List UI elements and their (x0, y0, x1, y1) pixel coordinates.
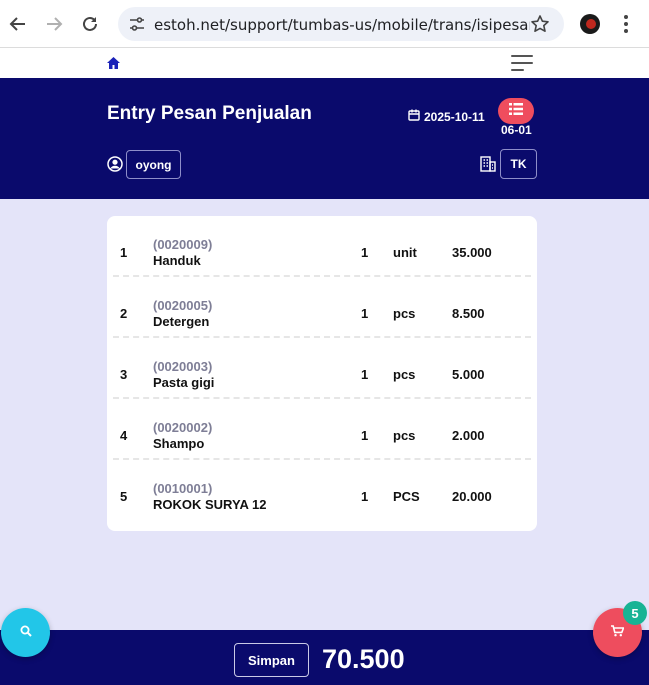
item-number: 2 (120, 306, 128, 321)
cart-icon (611, 624, 625, 642)
browser-toolbar: estoh.net/support/tumbas-us/mobile/trans… (0, 0, 649, 48)
site-settings-icon[interactable] (128, 15, 146, 38)
list-item[interactable]: 4 (0020002) Shampo 1 pcs 2.000 (107, 399, 537, 460)
list-button[interactable] (498, 98, 534, 124)
item-unit: pcs (393, 428, 416, 443)
item-number: 5 (120, 489, 128, 504)
list-item[interactable]: 5 (0010001) ROKOK SURYA 12 1 PCS 20.000 (107, 460, 537, 521)
calendar-icon (408, 109, 420, 124)
app-top-nav (0, 48, 649, 78)
list-icon (509, 102, 523, 120)
address-bar[interactable]: estoh.net/support/tumbas-us/mobile/trans… (118, 7, 564, 41)
item-code: (0020009) (153, 237, 213, 252)
item-name: Shampo (153, 436, 205, 451)
bottom-bar: Simpan 70.500 (0, 630, 649, 685)
item-number: 4 (120, 428, 128, 443)
store-button[interactable]: TK (500, 149, 537, 179)
search-icon (20, 624, 32, 642)
items-card: 1 (0020009) Handuk 1 unit 35.000 2 (0020… (107, 216, 537, 531)
user-button[interactable]: oyong (126, 150, 181, 179)
item-unit: unit (393, 245, 417, 260)
page-header: Entry Pesan Penjualan 2025-10-11 06-01 o… (0, 78, 649, 199)
item-number: 1 (120, 245, 128, 260)
forward-arrow-icon[interactable] (42, 12, 66, 36)
item-price: 8.500 (452, 306, 485, 321)
url-text[interactable]: estoh.net/support/tumbas-us/mobile/trans… (154, 16, 530, 34)
item-qty: 1 (361, 306, 369, 321)
item-name: Detergen (153, 314, 210, 329)
item-code: (0010001) (153, 481, 213, 496)
item-name: Pasta gigi (153, 375, 215, 390)
item-unit: PCS (393, 489, 420, 504)
save-button[interactable]: Simpan (234, 643, 309, 677)
item-price: 5.000 (452, 367, 485, 382)
list-item[interactable]: 2 (0020005) Detergen 1 pcs 8.500 (107, 277, 537, 338)
date-text: 2025-10-11 (424, 109, 485, 124)
item-number: 3 (120, 367, 128, 382)
item-price: 20.000 (452, 489, 492, 504)
item-qty: 1 (361, 367, 369, 382)
list-item[interactable]: 1 (0020009) Handuk 1 unit 35.000 (107, 216, 537, 277)
transaction-code: 06-01 (501, 123, 532, 137)
item-unit: pcs (393, 306, 416, 321)
cart-count-badge: 5 (623, 601, 647, 625)
item-unit: pcs (393, 367, 416, 382)
page-title: Entry Pesan Penjualan (107, 103, 312, 124)
item-code: (0020003) (153, 359, 213, 374)
hamburger-menu-icon[interactable] (511, 55, 533, 71)
item-code: (0020005) (153, 298, 213, 313)
user-circle-icon (107, 156, 123, 177)
list-item[interactable]: 3 (0020003) Pasta gigi 1 pcs 5.000 (107, 338, 537, 399)
bookmark-star-icon[interactable] (530, 14, 550, 39)
item-qty: 1 (361, 489, 369, 504)
item-price: 35.000 (452, 245, 492, 260)
item-code: (0020002) (153, 420, 213, 435)
item-name: ROKOK SURYA 12 (153, 497, 267, 512)
home-icon[interactable] (107, 56, 120, 74)
total-amount: 70.500 (322, 644, 405, 674)
item-price: 2.000 (452, 428, 485, 443)
search-button[interactable] (1, 608, 50, 657)
item-qty: 1 (361, 428, 369, 443)
back-arrow-icon[interactable] (6, 12, 30, 36)
date-display: 2025-10-11 (408, 109, 485, 124)
profile-avatar[interactable] (580, 14, 600, 34)
item-name: Handuk (153, 253, 201, 268)
reload-icon[interactable] (78, 12, 102, 36)
building-icon (480, 156, 496, 177)
browser-menu-icon[interactable] (616, 12, 636, 36)
item-qty: 1 (361, 245, 369, 260)
